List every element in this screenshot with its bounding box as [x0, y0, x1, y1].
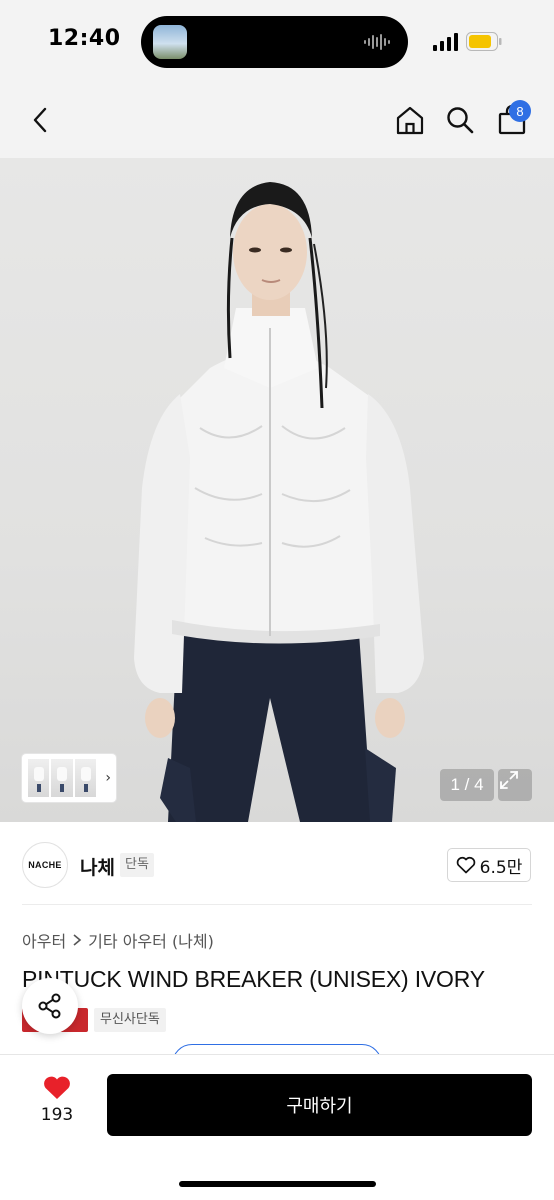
home-icon [396, 106, 424, 135]
home-indicator [179, 1181, 376, 1187]
cellular-signal-icon [433, 33, 458, 51]
category-breadcrumb: 아우터 기타 아우터 (나체) [22, 928, 214, 952]
gallery-thumbnails[interactable]: › [22, 754, 116, 802]
exclusive-badge: 무신사단독 [94, 1008, 166, 1032]
brand-like-count: 6.5만 [479, 857, 523, 878]
buy-button[interactable]: 구매하기 [107, 1074, 532, 1136]
product-title: PINTUCK WIND BREAKER (UNISEX) IVORY [22, 966, 485, 992]
audio-wave-icon [364, 34, 390, 50]
image-counter: 1 / 4 [440, 769, 494, 801]
heart-outline-icon [456, 856, 475, 874]
brand-logo[interactable]: NACHE [22, 842, 68, 888]
chevron-right-icon [73, 934, 82, 946]
cart-count-badge: 8 [509, 100, 531, 122]
thumbnail-2[interactable] [51, 759, 73, 797]
product-photo [134, 182, 424, 822]
status-time: 12:40 [48, 26, 121, 51]
exclusive-tag: 단독 [120, 853, 154, 877]
product-image-gallery[interactable]: › 1 / 4 [0, 158, 554, 822]
search-icon [447, 107, 474, 134]
battery-icon [466, 32, 502, 51]
expand-image-button[interactable] [498, 769, 532, 801]
product-page: 12:40 8 › 1 / 4 NACHE 나체 단독 6.5만 아우터 기타 … [0, 0, 554, 1200]
thumbnail-1[interactable] [28, 759, 50, 797]
bottom-action-bar: 193 구매하기 [0, 1054, 554, 1200]
breadcrumb-item[interactable]: 아우터 [22, 928, 66, 952]
brand-like-button[interactable]: 6.5만 [447, 848, 531, 882]
dynamic-island[interactable] [141, 16, 408, 68]
heart-filled-icon [44, 1076, 70, 1099]
search-button[interactable] [442, 102, 478, 138]
wishlist-button[interactable]: 193 [30, 1075, 84, 1135]
chevron-right-icon[interactable]: › [100, 770, 116, 786]
top-nav-bar [0, 84, 554, 158]
thumbnail-3[interactable] [74, 759, 97, 797]
share-button[interactable] [22, 978, 78, 1034]
expand-icon [500, 771, 518, 789]
wishlist-count: 193 [40, 1105, 74, 1125]
back-chevron-icon [33, 107, 47, 133]
brand-name[interactable]: 나체 [80, 853, 115, 880]
breadcrumb-item[interactable]: 기타 아우터 (나체) [88, 928, 214, 952]
now-playing-artwork [153, 25, 187, 59]
back-button[interactable] [22, 102, 58, 138]
status-bar: 12:40 [0, 0, 554, 84]
brand-row: NACHE 나체 단독 6.5만 [0, 822, 554, 906]
home-button[interactable] [392, 102, 428, 138]
share-icon [38, 993, 61, 1019]
divider [22, 904, 532, 905]
